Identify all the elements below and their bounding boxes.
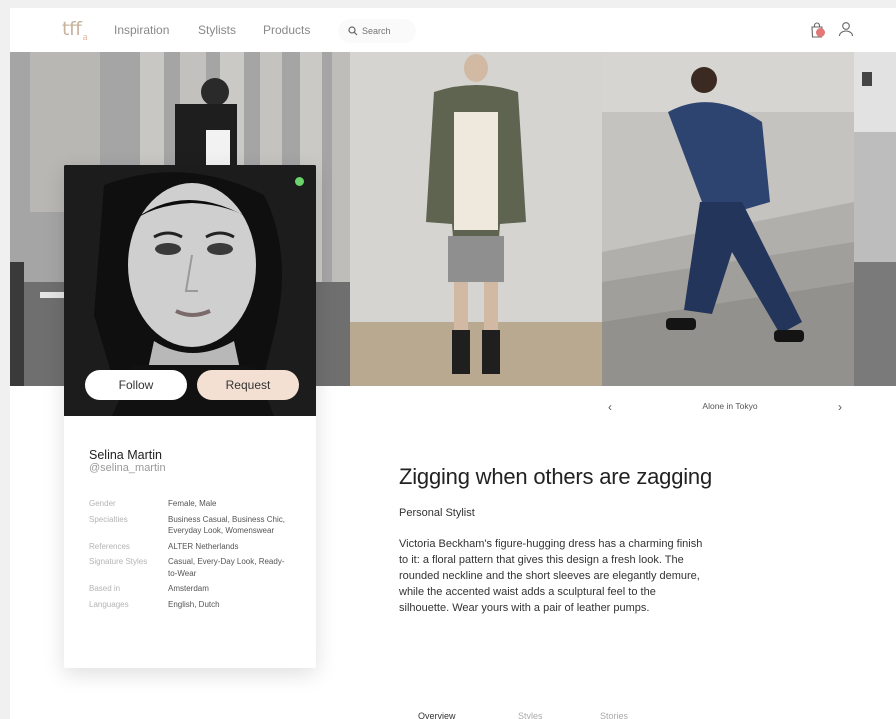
detail-row: Based in Amsterdam: [89, 583, 299, 595]
tab-stories[interactable]: Stories: [600, 711, 628, 719]
tab-styles[interactable]: Styles: [518, 711, 543, 719]
follow-button[interactable]: Follow: [85, 370, 187, 400]
detail-row: References ALTER Netherlands: [89, 541, 299, 553]
detail-label: Signature Styles: [89, 557, 148, 566]
detail-value: ALTER Netherlands: [168, 541, 239, 551]
top-nav-bar: tffa Inspiration Stylists Products: [10, 8, 896, 52]
page: tffa Inspiration Stylists Products Searc…: [10, 8, 896, 719]
search-icon: [348, 26, 358, 36]
nav-products[interactable]: Products: [263, 23, 310, 37]
search-input[interactable]: [362, 23, 412, 39]
detail-label: References: [89, 541, 130, 551]
detail-row: Signature Styles Casual, Every-Day Look, …: [89, 556, 299, 579]
detail-row: Gender Female, Male: [89, 498, 299, 510]
article-headline: Zigging when others are zagging: [399, 464, 713, 489]
detail-value: Female, Male: [168, 499, 217, 508]
detail-value: Amsterdam: [168, 584, 209, 593]
detail-label: Gender: [89, 499, 116, 508]
chevron-left-icon[interactable]: ‹: [608, 400, 612, 414]
stylist-profile-card: Follow Request Selina Martin @selina_mar…: [64, 165, 316, 668]
stylist-portrait: Follow Request: [64, 165, 316, 416]
detail-value: Casual, Every-Day Look, Ready-to-Wear: [168, 557, 285, 578]
search-box[interactable]: [338, 19, 416, 43]
carousel-caption: Alone in Tokyo: [702, 401, 758, 411]
stairs-photo[interactable]: [602, 52, 854, 386]
chevron-right-icon[interactable]: ›: [838, 400, 842, 414]
stylist-details: Gender Female, Male Specialties Business C…: [89, 498, 299, 614]
detail-row: Languages English, Dutch: [89, 599, 299, 611]
logo[interactable]: tffa: [62, 18, 88, 43]
logo-text: tff: [62, 18, 82, 40]
online-status-dot: [295, 177, 304, 186]
detail-value: Business Casual, Business Chic, Everyday…: [168, 514, 285, 536]
detail-label: Specialties: [89, 514, 128, 524]
stylist-handle: @selina_martin: [89, 462, 166, 474]
stylist-name: Selina Martin: [89, 448, 162, 462]
request-button[interactable]: Request: [197, 370, 299, 400]
logo-suffix: a: [82, 32, 88, 43]
street-edge-photo[interactable]: [854, 52, 896, 386]
nav-inspiration[interactable]: Inspiration: [114, 23, 169, 37]
article-subtitle: Personal Stylist: [399, 507, 475, 519]
article-body: Victoria Beckham's figure-hugging dress …: [399, 538, 703, 614]
user-icon[interactable]: [837, 20, 855, 38]
detail-value: English, Dutch: [168, 599, 220, 609]
cart-badge: [816, 28, 825, 37]
bomber-jacket-photo[interactable]: [350, 52, 602, 386]
detail-label: Languages: [89, 599, 129, 609]
detail-row: Specialties Business Casual, Business Chi…: [89, 514, 299, 537]
tab-overview[interactable]: Overview: [418, 711, 456, 719]
nav-stylists[interactable]: Stylists: [198, 23, 236, 37]
detail-label: Based in: [89, 584, 121, 593]
